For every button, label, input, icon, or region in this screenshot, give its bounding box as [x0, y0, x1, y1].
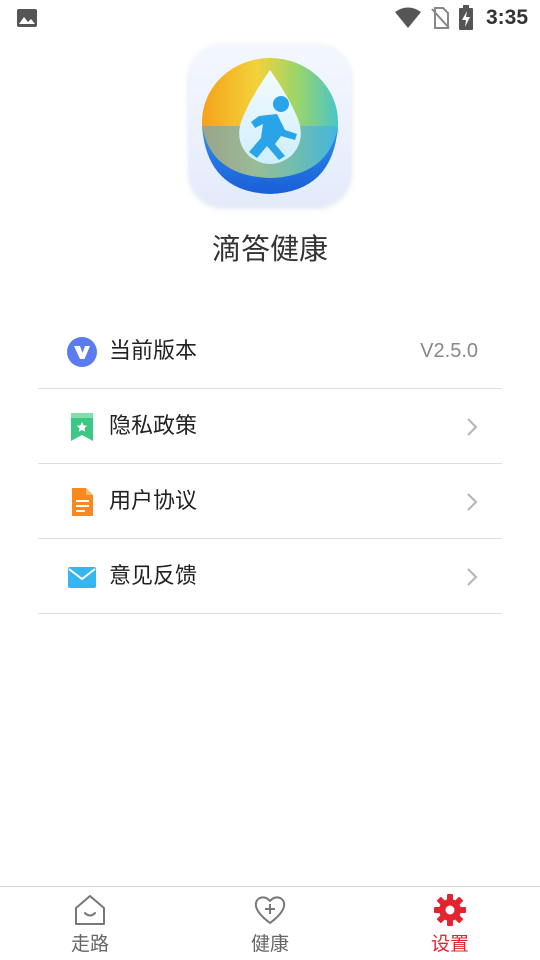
settings-row-privacy[interactable]: 隐私政策	[38, 389, 502, 464]
settings-row-version[interactable]: 当前版本 V2.5.0	[38, 314, 502, 389]
chevron-right-icon	[467, 493, 478, 511]
settings-row-user-agreement[interactable]: 用户协议	[38, 464, 502, 539]
heart-plus-icon	[254, 896, 286, 924]
nav-item-walk[interactable]: 走路	[0, 887, 180, 960]
nav-label: 走路	[70, 933, 109, 955]
app-name: 滴答健康	[211, 232, 328, 266]
document-icon	[72, 488, 93, 516]
version-value: V2.5.0	[420, 340, 478, 362]
mail-icon	[68, 567, 96, 588]
nav-label: 设置	[430, 933, 469, 955]
version-v-icon	[67, 337, 97, 367]
battery-charging-icon	[458, 5, 473, 30]
running-droplet-logo	[202, 58, 339, 194]
settings-row-label: 用户协议	[109, 489, 198, 514]
gallery-icon	[17, 9, 37, 27]
nav-item-health[interactable]: 健康	[180, 887, 360, 960]
chevron-right-icon	[467, 418, 478, 436]
chevron-right-icon	[467, 568, 478, 586]
nav-label: 健康	[250, 933, 289, 955]
no-sim-icon	[431, 7, 450, 29]
settings-row-label: 意见反馈	[109, 564, 198, 589]
settings-row-label: 当前版本	[109, 339, 198, 364]
home-icon	[75, 895, 105, 925]
app-logo	[189, 44, 351, 206]
settings-list: 当前版本 V2.5.0 隐私政策 用户协议 意见反馈	[38, 314, 502, 614]
status-bar: 3:35	[0, 0, 540, 36]
gear-icon	[434, 894, 466, 926]
settings-row-label: 隐私政策	[109, 414, 198, 439]
bookmark-star-icon	[71, 413, 93, 441]
wifi-icon	[394, 7, 421, 28]
nav-item-settings[interactable]: 设置	[360, 887, 540, 960]
status-time: 3:35	[485, 6, 528, 29]
bottom-nav: 走路 健康 设置	[0, 886, 540, 960]
settings-row-feedback[interactable]: 意见反馈	[38, 539, 502, 614]
